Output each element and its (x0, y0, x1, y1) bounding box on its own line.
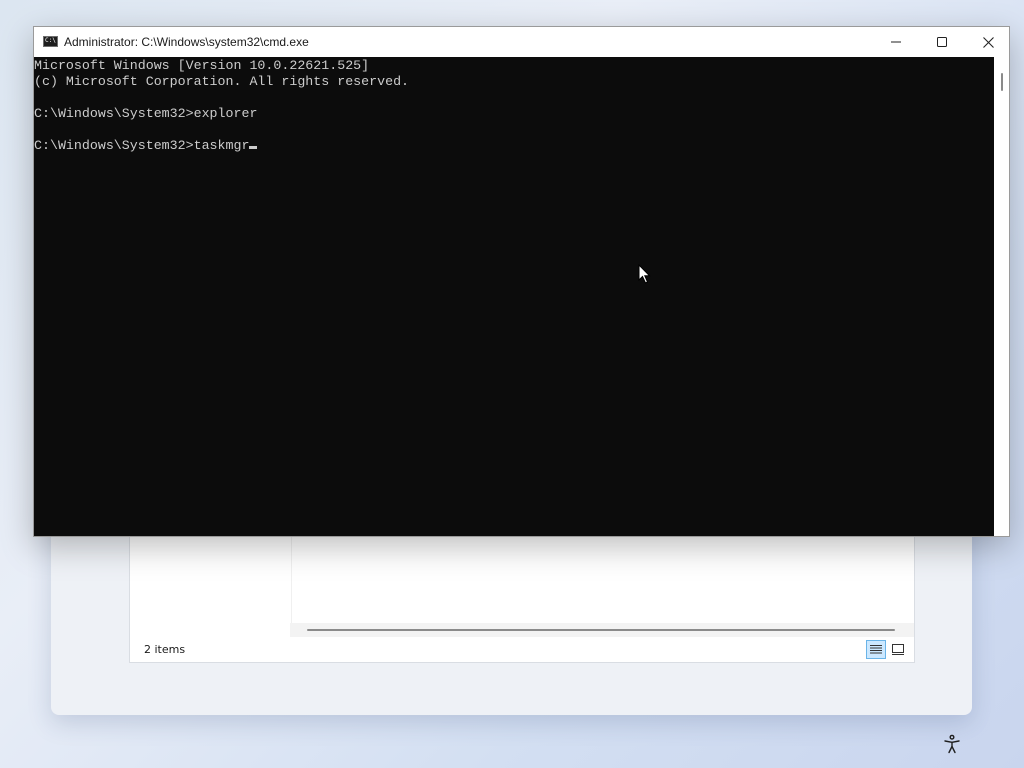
console-line-explorer-command: C:\Windows\System32>explorer (34, 106, 258, 121)
console-line-version: Microsoft Windows [Version 10.0.22621.52… (34, 58, 370, 73)
window-title: Administrator: C:\Windows\system32\cmd.e… (64, 35, 309, 49)
vertical-scrollbar[interactable] (994, 57, 1009, 536)
horizontal-scrollbar-thumb[interactable] (307, 629, 895, 631)
horizontal-scrollbar[interactable] (290, 623, 914, 637)
text-cursor (249, 146, 258, 149)
close-icon (982, 36, 994, 48)
console-current-command: C:\Windows\System32>taskmgr (34, 138, 250, 153)
large-icons-view-button[interactable] (888, 640, 908, 659)
close-button[interactable] (965, 27, 1011, 57)
console-input-line[interactable]: C:\Windows\System32>taskmgr (34, 138, 994, 154)
minimize-button[interactable] (873, 27, 919, 57)
cmd-window[interactable]: C:\ Administrator: C:\Windows\system32\c… (33, 26, 1010, 537)
cmd-icon: C:\ (43, 36, 58, 47)
console-line-copyright: (c) Microsoft Corporation. All rights re… (34, 74, 410, 89)
maximize-icon (937, 37, 947, 47)
title-bar[interactable]: C:\ Administrator: C:\Windows\system32\c… (34, 27, 1009, 57)
console-output[interactable]: Microsoft Windows [Version 10.0.22621.52… (34, 57, 994, 536)
details-view-icon (870, 645, 882, 654)
vertical-scrollbar-thumb[interactable] (1001, 73, 1003, 91)
mouse-pointer-icon (638, 264, 651, 284)
details-view-button[interactable] (866, 640, 886, 659)
status-bar: 2 items (130, 637, 914, 662)
navigation-pane-divider (291, 537, 292, 625)
large-icons-view-icon (892, 644, 904, 655)
accessibility-icon[interactable] (942, 734, 962, 754)
maximize-button[interactable] (919, 27, 965, 57)
minimize-icon (891, 41, 901, 43)
item-count-label: 2 items (144, 643, 186, 656)
explorer-content-pane: 2 items (129, 536, 915, 663)
